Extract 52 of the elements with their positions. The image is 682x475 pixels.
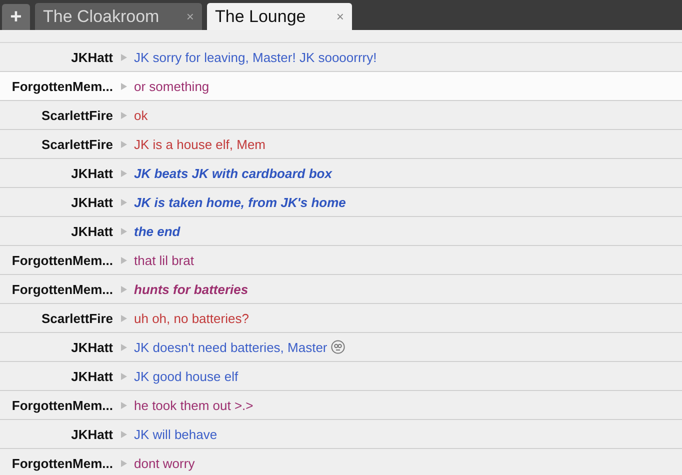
arrow-icon (121, 198, 127, 206)
author-name: JKHatt (70, 340, 113, 354)
author-name: ForgottenMem... (10, 252, 113, 268)
tab[interactable]: The Cloakroom × (35, 3, 202, 30)
message-text: JK is a house elf, Mem (134, 136, 266, 152)
author-name: JKHatt (70, 194, 113, 210)
message-text: JK beats JK with cardboard box (134, 166, 332, 180)
arrow-icon (121, 112, 127, 118)
message-text: JK will behave (134, 426, 218, 442)
tab[interactable]: The Lounge × (207, 3, 352, 30)
arrow-icon (121, 314, 127, 322)
arrow-icon (121, 430, 127, 438)
author-name: ForgottenMem... (10, 78, 113, 94)
arrow-icon (121, 82, 127, 90)
author-name: ForgottenMem... (10, 456, 113, 470)
message-text: that lil brat (134, 252, 194, 268)
message-text: JK sorry for leaving, Master! JK soooorrry! (134, 50, 377, 64)
message-text: JK good house elf (134, 368, 238, 384)
author-name: ScarlettFire (40, 310, 113, 326)
arrow-icon (121, 140, 127, 148)
tab-label: The Cloakroom (43, 6, 160, 26)
arrow-icon (121, 402, 127, 408)
message-text: JK is taken home, from JK's home (134, 194, 346, 210)
message-text: he took them out >.> (134, 398, 254, 412)
author-name: JKHatt (70, 224, 113, 238)
message-text: JK doesn't need batteries, Master (134, 340, 328, 354)
author-name: JKHatt (70, 368, 113, 384)
author-name: ForgottenMem... (10, 282, 113, 296)
message-text: dont worry (134, 456, 195, 470)
author-name: JKHatt (70, 426, 113, 442)
close-button[interactable]: × (336, 9, 344, 24)
arrow-icon (121, 460, 127, 466)
arrow-icon (121, 286, 127, 292)
arrow-icon (121, 228, 127, 234)
author-name: ScarlettFire (40, 136, 113, 152)
arrow-icon (121, 170, 127, 176)
author-name: ForgottenMem... (10, 398, 113, 412)
arrow-icon (121, 256, 127, 264)
message-text: ok (134, 108, 148, 122)
message-text: or something (134, 78, 210, 94)
message-text: uh oh, no batteries? (134, 310, 249, 326)
arrow-icon (121, 344, 127, 350)
close-button[interactable]: × (186, 9, 194, 24)
author-name: JKHatt (70, 50, 113, 64)
author-name: JKHatt (70, 166, 113, 180)
arrow-icon (121, 372, 127, 380)
message-text: the end (134, 224, 180, 238)
author-name: ScarlettFire (40, 108, 113, 122)
new-tab-button[interactable]: + (2, 4, 30, 30)
message-text: hunts for batteries (134, 282, 248, 296)
arrow-icon (121, 54, 127, 60)
tab-label: The Lounge (215, 6, 306, 26)
